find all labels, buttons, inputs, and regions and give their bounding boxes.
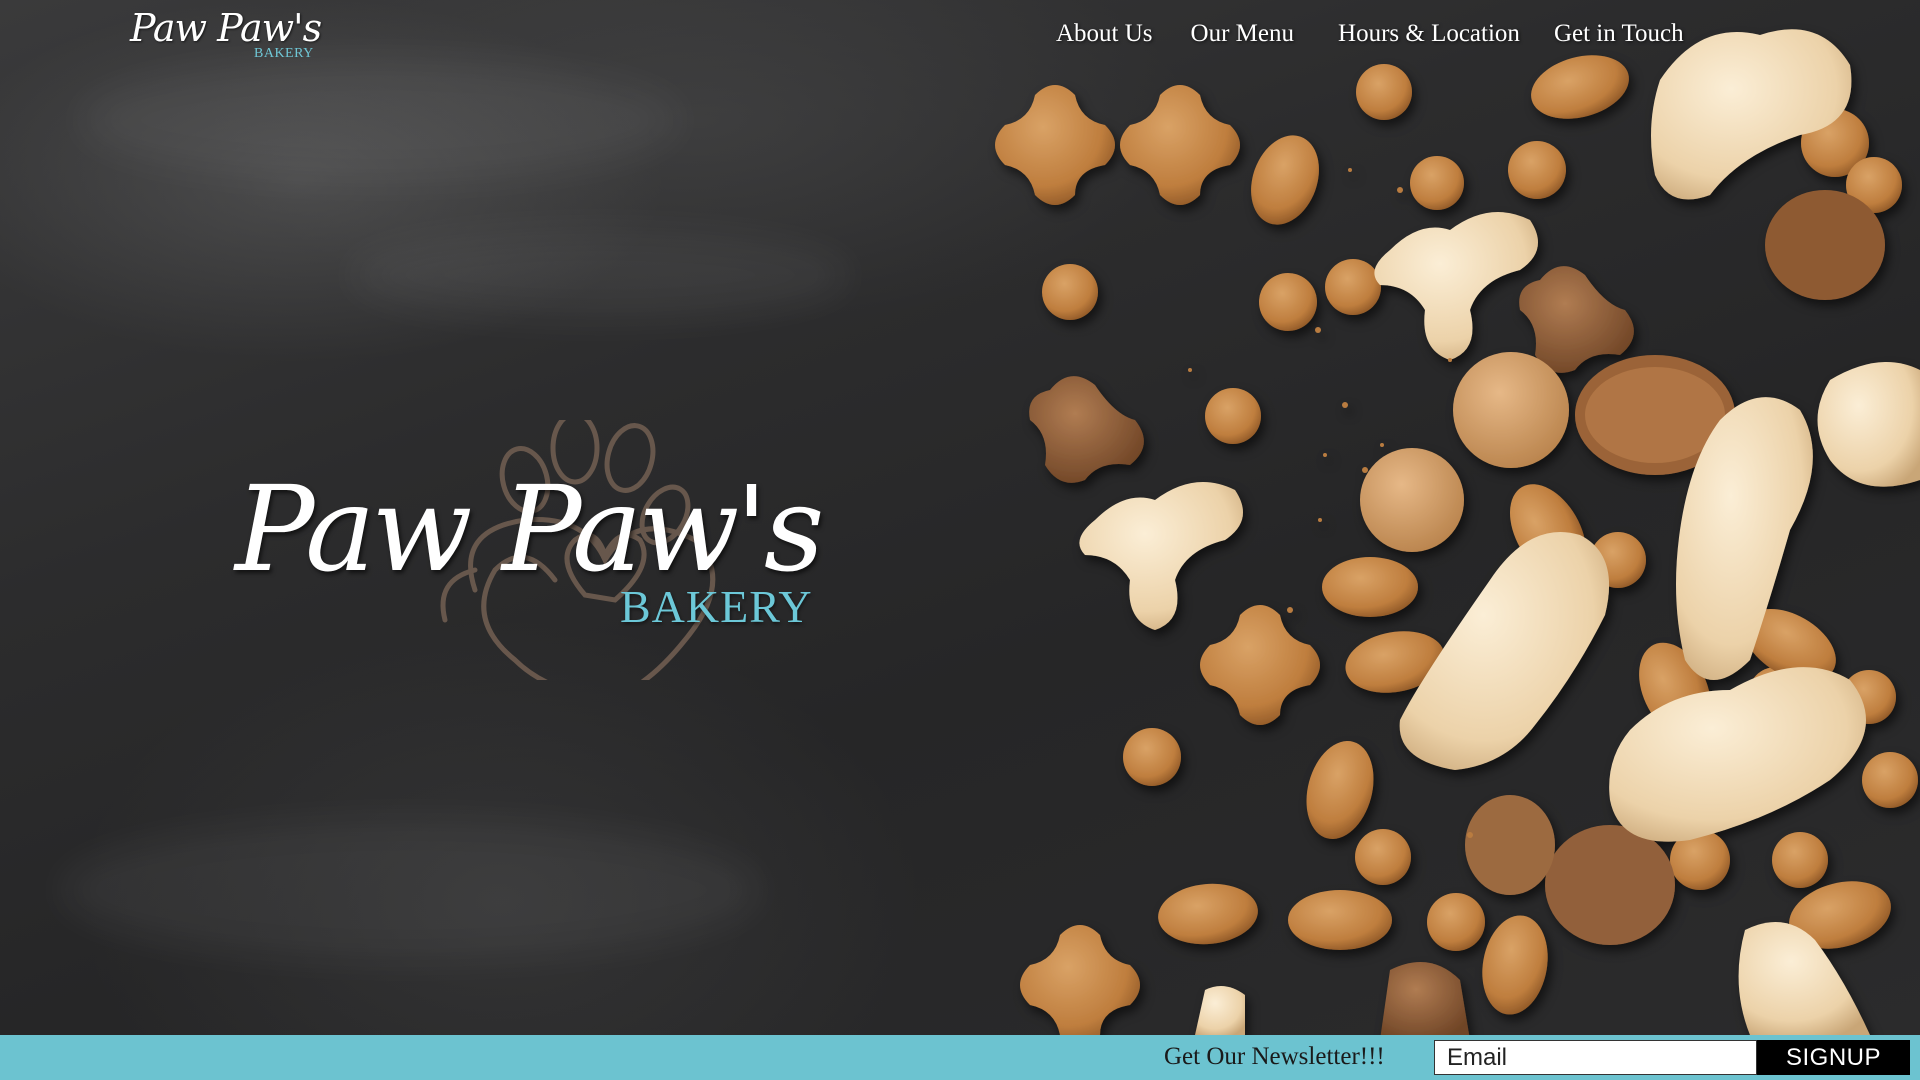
newsletter-signup-button[interactable]: SIGNUP xyxy=(1757,1040,1910,1075)
main-nav: About Us Our Menu Hours & Location Get i… xyxy=(1056,16,1722,52)
header-logo-link[interactable]: Paw Paw's BAKERY xyxy=(130,6,345,62)
newsletter-label: Get Our Newsletter!!! xyxy=(1164,1043,1385,1070)
nav-get-in-touch[interactable]: Get in Touch xyxy=(1554,16,1684,52)
top-navigation-bar: Paw Paw's BAKERY About Us Our Menu Hours… xyxy=(0,0,1920,70)
hero-logo-sub: BAKERY xyxy=(620,581,813,632)
header-logo-sub: BAKERY xyxy=(254,46,314,61)
nav-our-menu[interactable]: Our Menu xyxy=(1191,16,1294,52)
nav-hours-location[interactable]: Hours & Location xyxy=(1338,16,1520,52)
newsletter-email-input[interactable] xyxy=(1434,1040,1757,1075)
header-logo-script: Paw Paw's xyxy=(130,6,322,50)
hero-logo-script: Paw Paw's xyxy=(235,460,824,598)
newsletter-bar: Get Our Newsletter!!! SIGNUP xyxy=(0,1035,1920,1080)
nav-about-us[interactable]: About Us xyxy=(1056,16,1153,52)
hero-logo: Paw Paw's BAKERY xyxy=(225,420,925,680)
